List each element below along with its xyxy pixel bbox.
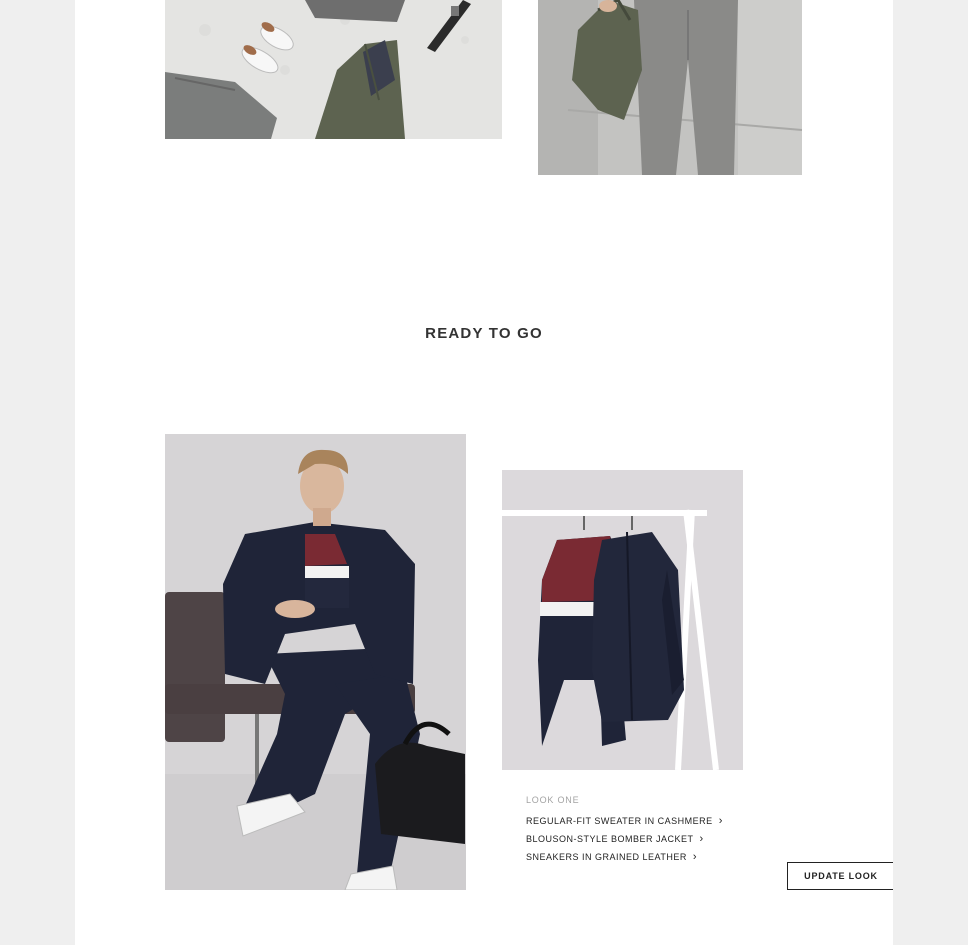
chevron-right-icon: › xyxy=(692,850,698,863)
look-label: LOOK ONE xyxy=(526,795,580,805)
look-item-label: SNEAKERS IN GRAINED LEATHER xyxy=(526,852,687,862)
content-panel: READY TO GO LOOK ONE REGULAR-FIT SWEATER… xyxy=(75,0,893,945)
update-look-button[interactable]: UPDATE LOOK xyxy=(787,862,893,890)
look-item-sneakers[interactable]: SNEAKERS IN GRAINED LEATHER › xyxy=(526,848,786,866)
chevron-right-icon: › xyxy=(699,832,704,845)
seated-model-image[interactable] xyxy=(165,434,466,890)
look-item-label: BLOUSON-STYLE BOMBER JACKET xyxy=(526,834,694,844)
walking-model-image[interactable] xyxy=(538,0,802,175)
flatlay-outfit-image[interactable] xyxy=(165,0,502,139)
look-item-label: REGULAR-FIT SWEATER IN CASHMERE xyxy=(526,816,713,826)
clothes-rack-image[interactable] xyxy=(502,470,743,770)
look-item-jacket[interactable]: BLOUSON-STYLE BOMBER JACKET › xyxy=(526,830,786,848)
chevron-right-icon: › xyxy=(718,814,723,827)
look-item-sweater[interactable]: REGULAR-FIT SWEATER IN CASHMERE › xyxy=(526,812,786,830)
section-title: READY TO GO xyxy=(425,325,543,342)
look-details: LOOK ONE REGULAR-FIT SWEATER IN CASHMERE… xyxy=(526,795,786,866)
